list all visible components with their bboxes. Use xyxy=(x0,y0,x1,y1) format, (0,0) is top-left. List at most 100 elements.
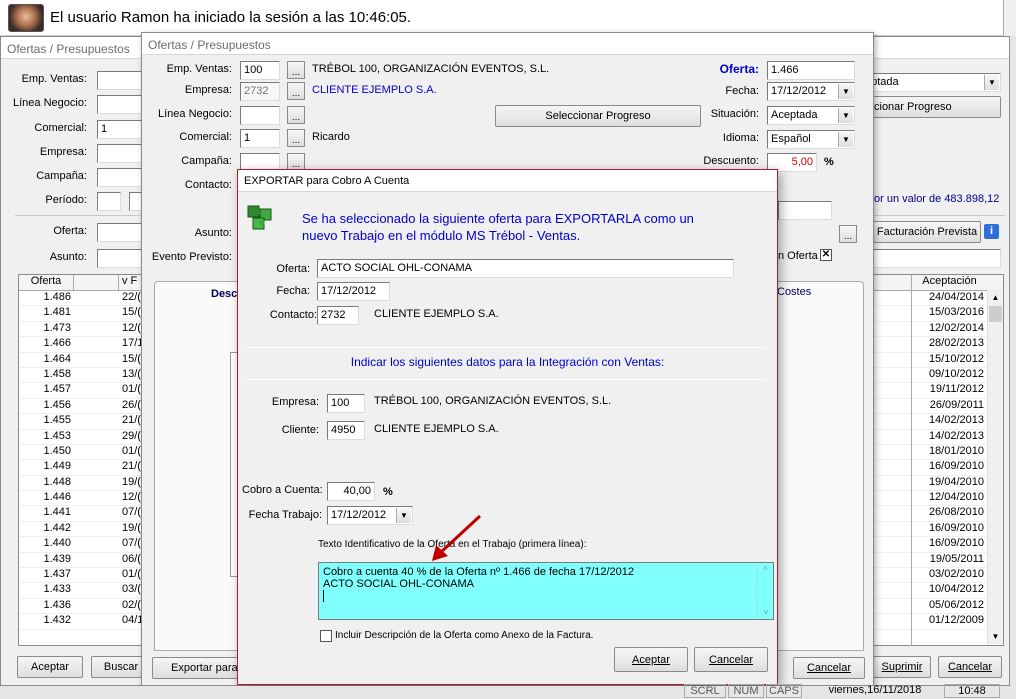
mid-situacion-combo[interactable]: Aceptada ▼ xyxy=(767,106,855,125)
cobro-label: Cobro a Cuenta: xyxy=(242,484,323,496)
col-oferta-header[interactable]: Oferta xyxy=(19,275,74,290)
aceptar-button[interactable]: Aceptar xyxy=(17,656,83,678)
blank-cell xyxy=(74,476,119,490)
oferta-cell: 1.436 xyxy=(43,598,71,611)
empresa-lookup-button[interactable]: ... xyxy=(287,82,305,100)
comercial-lookup-button[interactable]: ... xyxy=(287,129,305,147)
linea-lookup-button[interactable]: ... xyxy=(287,106,305,124)
status-date: viernes,16/11/2018 xyxy=(828,684,922,696)
blank-cell xyxy=(74,506,119,520)
periodo-from-input[interactable] xyxy=(97,192,121,211)
chevron-down-icon[interactable]: ▼ xyxy=(838,108,853,123)
banner-right-strip xyxy=(1003,0,1016,36)
aceptacion-cell: 10/04/2012 xyxy=(928,583,984,596)
seleccionar-progreso-button[interactable]: cionar Progreso xyxy=(861,96,1001,118)
dialog-empresa-input[interactable]: 100 xyxy=(327,394,365,413)
asunto-right-input[interactable] xyxy=(873,249,1001,268)
oferta-cell: 1.473 xyxy=(43,321,71,334)
chevron-down-icon[interactable]: ▼ xyxy=(396,508,411,523)
mid-empresa-input[interactable]: 2732 xyxy=(240,82,280,101)
tab-costes[interactable]: Costes xyxy=(777,286,811,298)
aceptacion-cell: 01/12/2009 xyxy=(928,614,984,627)
facturacion-prevista-button[interactable]: Facturación Prevista xyxy=(873,221,981,243)
aceptacion-cell: 16/09/2010 xyxy=(928,460,984,473)
mid-linea-label: Línea Negocio: xyxy=(158,108,232,120)
mid-comercial-label: Comercial: xyxy=(179,131,232,143)
col-aceptacion-label: Aceptación xyxy=(922,275,977,287)
oferta-cell: 1.455 xyxy=(43,414,71,427)
scroll-up-icon[interactable]: ˄ xyxy=(758,563,773,575)
blank-cell xyxy=(74,430,119,444)
empresa-label: Empresa: xyxy=(39,146,87,158)
mid-fecha-input[interactable]: 17/12/2012 ▼ xyxy=(767,82,855,101)
info-icon[interactable]: i xyxy=(984,224,999,239)
textarea-scrollbar[interactable]: ˄ ˅ xyxy=(757,563,773,619)
texto-identificativo-textarea[interactable]: Cobro a cuenta 40 % de la Oferta nº 1.46… xyxy=(318,562,774,620)
blank-cell xyxy=(74,583,119,597)
oferta-input[interactable] xyxy=(97,223,145,242)
mid-emp-ventas-input[interactable]: 100 xyxy=(240,61,280,80)
mid-contacto-right-input[interactable] xyxy=(778,201,832,220)
dialog-fecha-input[interactable]: 17/12/2012 xyxy=(317,282,390,301)
status-time: 10:48 xyxy=(944,684,1000,698)
asunto-input[interactable] xyxy=(97,249,145,268)
dialog-empresa-label: Empresa: xyxy=(271,396,319,408)
scroll-down-icon[interactable]: ▼ xyxy=(988,629,1003,644)
incluir-anexo-checkbox[interactable] xyxy=(320,630,332,642)
session-banner: El usuario Ramon ha iniciado la sesión a… xyxy=(0,0,1016,36)
mid-linea-input[interactable] xyxy=(240,106,280,125)
anexo-oferta-label: n Oferta xyxy=(778,250,818,262)
anexo-oferta-checkbox[interactable]: ✕ xyxy=(820,249,832,261)
comercial-input[interactable]: 1 xyxy=(97,120,145,139)
emp-ventas-input[interactable] xyxy=(97,71,145,90)
blank-cell xyxy=(74,399,119,413)
texto-line-2: ACTO SOCIAL OHL-CONAMA xyxy=(323,578,474,590)
dialog-cancelar-button[interactable]: Cancelar xyxy=(694,647,768,672)
mid-cancelar-button[interactable]: Cancelar xyxy=(793,657,865,679)
dialog-cliente-label: Cliente: xyxy=(281,424,319,436)
emp-ventas-lookup-button[interactable]: ... xyxy=(287,61,305,79)
session-message: El usuario Ramon ha iniciado la sesión a… xyxy=(50,9,412,26)
asunto-lookup-button[interactable]: ... xyxy=(839,225,857,243)
campana-label: Campaña: xyxy=(36,170,87,182)
dialog-contacto-input[interactable]: 2732 xyxy=(317,306,359,325)
dialog-aceptar-button[interactable]: Aceptar xyxy=(614,647,688,672)
oferta-cell: 1.433 xyxy=(43,583,71,596)
cancelar-button[interactable]: Cancelar xyxy=(938,656,1002,678)
col-aceptacion-header[interactable]: Aceptación xyxy=(912,275,1003,291)
linea-input[interactable] xyxy=(97,95,145,114)
scroll-up-icon[interactable]: ▲ xyxy=(988,290,1003,305)
scroll-down-icon[interactable]: ˅ xyxy=(758,607,774,619)
suprimir-button[interactable]: Suprimir xyxy=(873,656,931,678)
mid-emp-ventas-label: Emp. Ventas: xyxy=(166,63,232,75)
mid-oferta-input[interactable]: 1.466 xyxy=(767,61,855,80)
fecha-trabajo-combo[interactable]: 17/12/2012 ▼ xyxy=(327,506,413,525)
blank-cell xyxy=(74,491,119,505)
aceptacion-cell: 03/02/2010 xyxy=(928,568,984,581)
cobro-input[interactable]: 40,00 xyxy=(327,482,375,501)
blank-cell xyxy=(74,614,119,628)
dialog-contacto-name: CLIENTE EJEMPLO S.A. xyxy=(374,308,499,320)
dialog-oferta-input[interactable]: ACTO SOCIAL OHL-CONAMA xyxy=(317,259,734,278)
oferta-cell: 1.439 xyxy=(43,552,71,565)
aceptacion-cell: 16/09/2010 xyxy=(928,521,984,534)
oferta-cell: 1.481 xyxy=(43,306,71,319)
situacion-filter-combo[interactable]: eptada ▼ xyxy=(861,73,1001,92)
list-scrollbar[interactable]: ▲ ▼ xyxy=(987,290,1003,644)
chevron-down-icon[interactable]: ▼ xyxy=(838,132,853,147)
chevron-down-icon[interactable]: ▼ xyxy=(838,84,853,99)
oferta-cell: 1.456 xyxy=(43,398,71,411)
mid-comercial-input[interactable]: 1 xyxy=(240,129,280,148)
scroll-thumb[interactable] xyxy=(989,306,1002,322)
aceptacion-cell: 24/04/2014 xyxy=(928,291,984,303)
empresa-input[interactable] xyxy=(97,144,145,163)
tab-descripcion[interactable]: Desc xyxy=(211,288,237,300)
campana-input[interactable] xyxy=(97,168,145,187)
mid-idioma-combo[interactable]: Español ▼ xyxy=(767,130,855,149)
dialog-cliente-input[interactable]: 4950 xyxy=(327,421,365,440)
seleccionar-progreso-button[interactable]: Seleccionar Progreso xyxy=(495,105,701,127)
oferta-cell: 1.437 xyxy=(43,568,71,581)
chevron-down-icon[interactable]: ▼ xyxy=(984,75,999,90)
blank-cell xyxy=(74,322,119,336)
dialog-oferta-label: Oferta: xyxy=(276,263,310,275)
